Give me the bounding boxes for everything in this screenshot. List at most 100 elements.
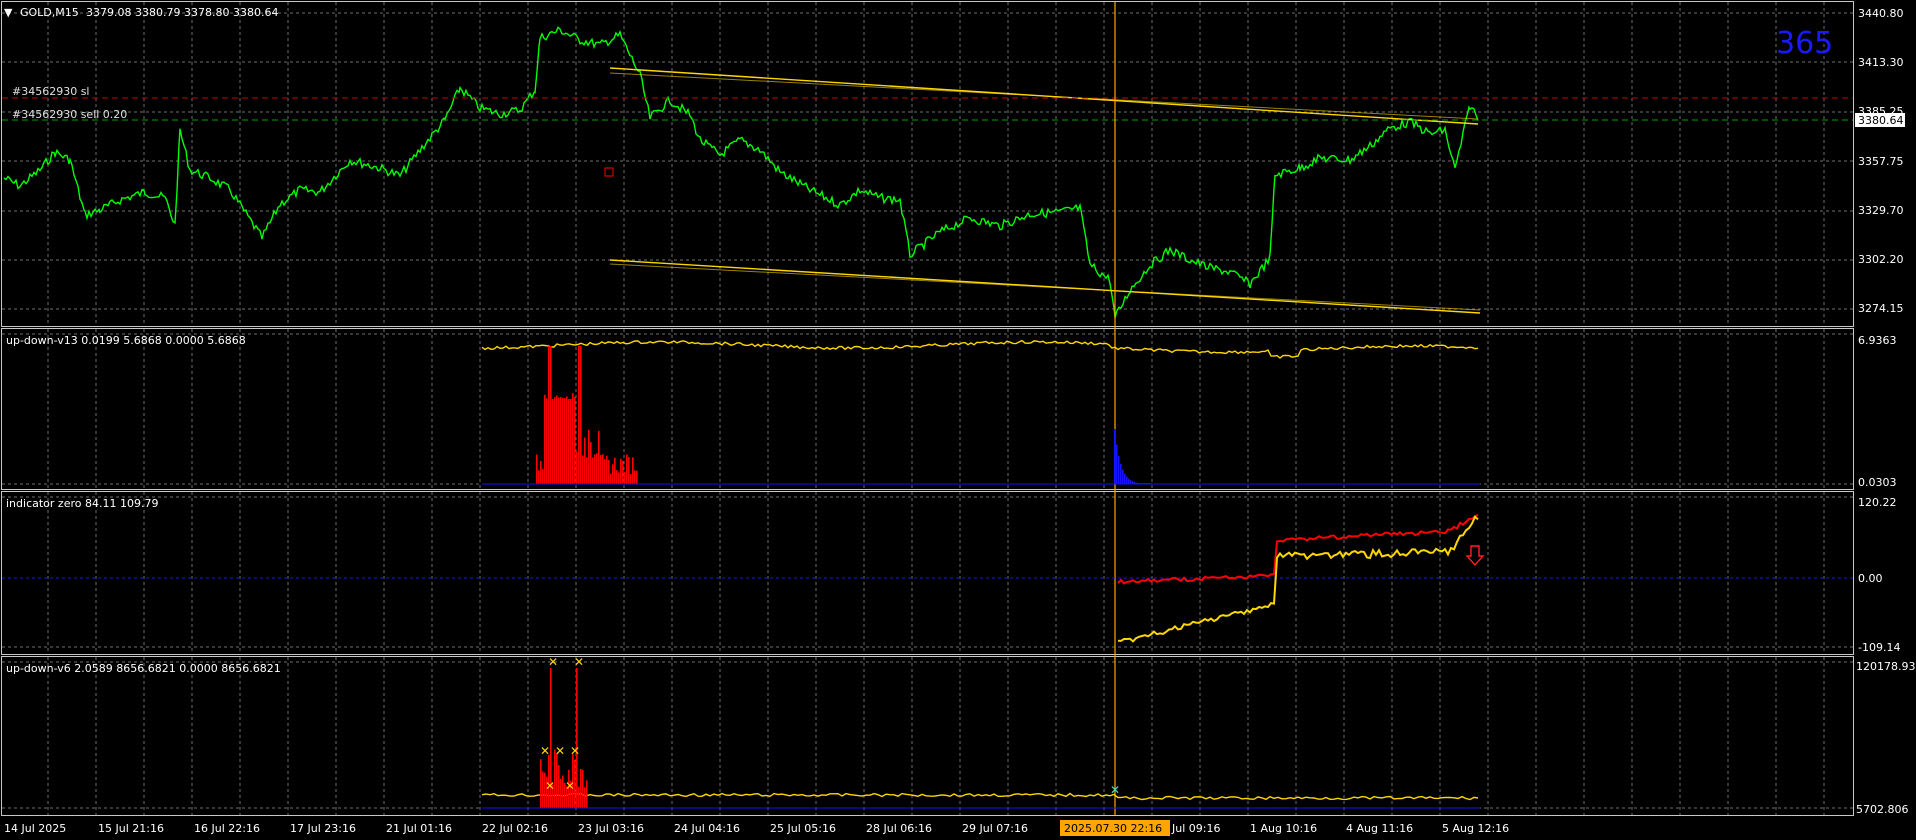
- updown-v13-red-bar: [566, 396, 568, 484]
- cross-marker-icon: ✕: [545, 779, 555, 793]
- updown-v13-red-bar: [588, 429, 590, 484]
- updown-v13-red-bar: [572, 393, 574, 484]
- time-tick: 4 Aug 11:16: [1346, 822, 1413, 835]
- updown-v13-red-bar: [596, 453, 598, 484]
- time-tick: 15 Jul 21:16: [98, 822, 164, 835]
- updown-v13-blue-bar: [1126, 476, 1128, 484]
- updown-v6-red-bar: [540, 759, 542, 808]
- updown-v13-red-bar: [590, 441, 592, 484]
- updown-v13-red-bar: [538, 470, 540, 484]
- indicator-panel-updown-v13[interactable]: [1, 328, 1854, 490]
- indicator-axis-mid: 0.00: [1858, 572, 1883, 585]
- indicator-axis-top: 120.22: [1858, 496, 1897, 509]
- updown-v6-red-bar: [556, 753, 558, 808]
- indicator-label: up-down-v6 2.0589 8656.6821 0.0000 8656.…: [6, 662, 281, 675]
- cross-marker-icon: ✕: [555, 744, 565, 758]
- price-axis: 3440.80 3413.30 3385.25 3357.75 3329.70 …: [1858, 7, 1904, 315]
- updown-v13-red-bar: [600, 454, 602, 484]
- updown-v13-red-bar: [550, 346, 552, 484]
- watermark-365: 365: [1776, 26, 1833, 61]
- updown-v13-red-bar: [574, 396, 576, 484]
- grid-lines: [2, 2, 1853, 815]
- updown-v13-red-bar: [560, 397, 562, 484]
- updown-v6-red-bar: [582, 769, 584, 808]
- panel-borders: [1, 1, 1854, 816]
- price-tick: 3413.30: [1858, 56, 1904, 69]
- indicator-axis-bottom: -109.14: [1858, 641, 1900, 654]
- cross-marker-icon: ✕: [1110, 783, 1120, 797]
- zero-red-line: [1117, 513, 1479, 585]
- updown-v13-red-bar: [594, 454, 596, 484]
- updown-v13-red-bar: [618, 472, 620, 484]
- time-tick: 21 Jul 01:16: [386, 822, 452, 835]
- updown-v13-red-bar: [558, 397, 560, 484]
- updown-v13-red-bar: [544, 394, 546, 484]
- order-entry-label: #34562930 sell 0.20: [12, 108, 127, 121]
- time-tick: 17 Jul 23:16: [290, 822, 356, 835]
- updown-v13-red-bar: [632, 457, 634, 484]
- updown-v13-blue-bar: [1124, 473, 1126, 484]
- updown-v6-red-bar: [580, 769, 582, 808]
- price-tick: 3329.70: [1858, 204, 1904, 217]
- updown-v6-red-bar: [542, 771, 544, 808]
- updown-v13-blue-bar: [1114, 429, 1116, 484]
- time-tick: 28 Jul 06:16: [866, 822, 932, 835]
- time-tick: 29 Jul 07:16: [962, 822, 1028, 835]
- price-tick: 3302.20: [1858, 253, 1904, 266]
- main-price-panel[interactable]: [1, 1, 1854, 327]
- updown-v13-red-bar: [548, 346, 550, 484]
- indicator-label: indicator zero 84.11 109.79: [6, 497, 158, 510]
- updown-v13-red-bar: [552, 398, 554, 484]
- updown-v13-line: [481, 339, 1479, 359]
- updown-v13-red-bar: [576, 451, 578, 484]
- updown-v6-red-bar: [560, 778, 562, 808]
- updown-v13-red-bar: [616, 470, 618, 484]
- time-tick: 5 Aug 12:16: [1442, 822, 1509, 835]
- time-tick: 14 Jul 2025: [4, 822, 66, 835]
- updown-v6-spike: [576, 668, 578, 808]
- updown-v13-red-bar: [592, 457, 594, 484]
- updown-v13-red-bar: [554, 397, 556, 484]
- cross-marker-icon: ✕: [570, 744, 580, 758]
- time-tick: 23 Jul 03:16: [578, 822, 644, 835]
- time-tick: 1 Aug 10:16: [1250, 822, 1317, 835]
- channel-lower-line: [609, 263, 1481, 311]
- updown-v6-red-bar: [586, 780, 588, 808]
- chart-header-arrow[interactable]: ▼: [4, 6, 13, 19]
- updown-v13-red-bar: [582, 455, 584, 484]
- updown-v13-red-bar: [602, 454, 604, 484]
- updown-v6-line: [481, 792, 1479, 801]
- time-tick: 25 Jul 05:16: [770, 822, 836, 835]
- updown-v13-red-bar: [570, 398, 572, 484]
- ohlc-values: 3379.08 3380.79 3378.80 3380.64: [86, 6, 278, 19]
- indicator-axis-top: 120178.93: [1856, 660, 1916, 673]
- updown-v6-red-bar: [558, 765, 560, 808]
- trading-chart[interactable]: ✕ ✕ ✕ ✕ ✕ ✕ ✕ ✕ ▼ GOLD,M15 3379.08 3380.79 3378…: [0, 0, 1916, 840]
- updown-v13-red-bar: [540, 461, 542, 484]
- price-series: ✕ ✕ ✕ ✕ ✕ ✕ ✕ ✕: [2, 2, 1853, 815]
- updown-v13-red-bar: [622, 460, 624, 484]
- updown-v13-red-bar: [628, 456, 630, 484]
- updown-v13-blue-bar: [1122, 469, 1124, 484]
- updown-v13-red-bar: [546, 398, 548, 484]
- indicator-panel-zero[interactable]: [1, 491, 1854, 655]
- updown-v13-red-bar: [620, 458, 622, 484]
- updown-v13-red-bar: [564, 398, 566, 484]
- time-tick: 24 Jul 04:16: [674, 822, 740, 835]
- updown-v13-red-bar: [536, 454, 538, 484]
- updown-v13-red-bar: [614, 457, 616, 484]
- updown-v13-red-bar: [624, 471, 626, 484]
- updown-v13-red-bar: [598, 430, 600, 484]
- order-marker-icon: [604, 167, 614, 177]
- indicator-panel-updown-v6[interactable]: [1, 656, 1854, 816]
- price-line: [3, 26, 1479, 318]
- updown-v13-blue-bar: [1116, 444, 1118, 484]
- indicator-label: up-down-v13 0.0199 5.6868 0.0000 5.6868: [6, 334, 246, 347]
- time-tick: 16 Jul 22:16: [194, 822, 260, 835]
- updown-v13-blue-bar: [1118, 455, 1120, 484]
- updown-v13-red-bar: [634, 470, 636, 484]
- time-tick: Jul 09:16: [1171, 822, 1220, 835]
- updown-v13-red-bar: [610, 473, 612, 484]
- updown-v13-red-bar: [584, 437, 586, 484]
- updown-v13-red-bar: [556, 395, 558, 484]
